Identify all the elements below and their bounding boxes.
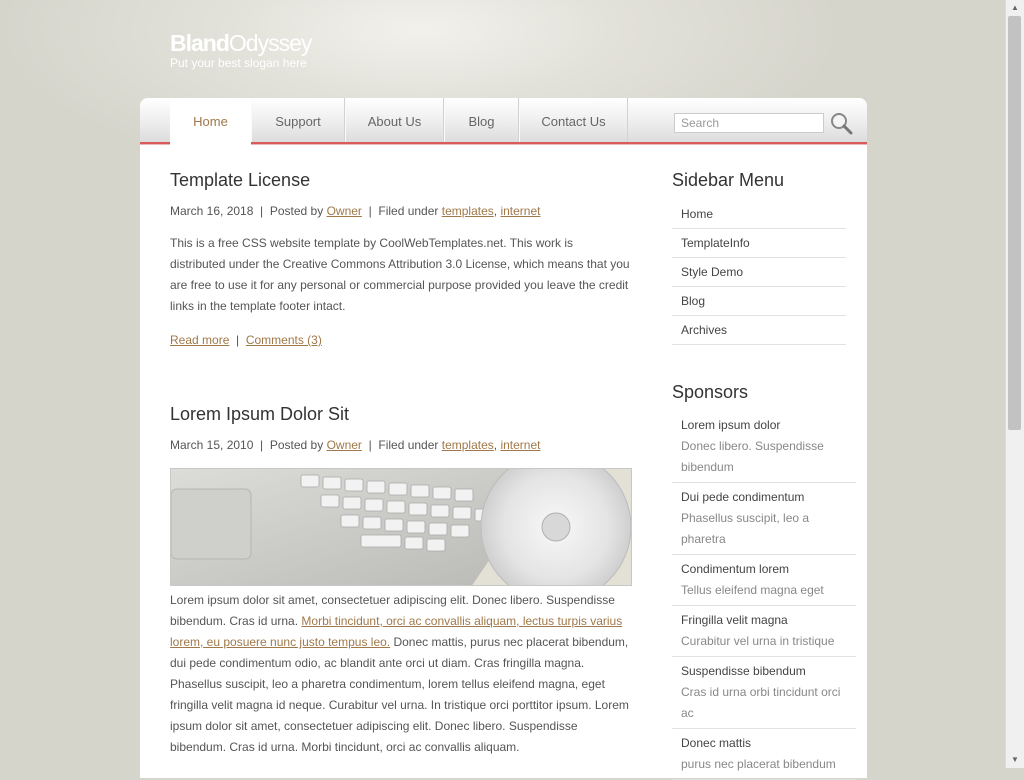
nav-contact-us[interactable]: Contact Us: [519, 98, 628, 142]
post-body: Lorem ipsum dolor sit amet, consectetuer…: [170, 593, 629, 754]
sponsor-desc: Curabitur vel urna in tristique: [681, 634, 835, 648]
sidebar-item-templateinfo[interactable]: TemplateInfo: [672, 229, 846, 258]
nav-blog[interactable]: Blog: [444, 98, 519, 142]
sponsor-desc: Donec libero. Suspendisse bibendum: [681, 439, 824, 474]
post-title[interactable]: Lorem Ipsum Dolor Sit: [170, 404, 349, 425]
post-body: This is a free CSS website template by C…: [170, 236, 630, 313]
sponsor-item[interactable]: Fringilla velit magna Curabitur vel urna…: [672, 606, 856, 657]
sponsor-title: Lorem ipsum dolor: [681, 418, 781, 432]
tag-link[interactable]: internet: [500, 438, 540, 452]
sponsor-title: Fringilla velit magna: [681, 613, 788, 627]
scroll-up-arrow-icon[interactable]: ▲: [1006, 0, 1024, 16]
sidebar-item-blog[interactable]: Blog: [672, 287, 846, 316]
nav-support[interactable]: Support: [251, 98, 345, 142]
main-nav: Home Support About Us Blog Contact Us Se…: [140, 98, 867, 146]
sponsor-title: Suspendisse bibendum: [681, 664, 806, 678]
site-logo[interactable]: BlandOdyssey Put your best slogan here: [170, 30, 312, 70]
logo-title: BlandOdyssey: [170, 30, 312, 56]
sponsor-desc: purus nec placerat bibendum: [681, 757, 836, 771]
sponsors-heading: Sponsors: [672, 382, 749, 402]
sponsor-item[interactable]: Suspendisse bibendum Cras id urna orbi t…: [672, 657, 856, 729]
sidebar-item-style-demo[interactable]: Style Demo: [672, 258, 846, 287]
post-meta: March 15, 2010 | Posted by Owner | Filed…: [170, 438, 541, 452]
sidebar-menu-heading: Sidebar Menu: [672, 170, 785, 190]
scroll-down-arrow-icon[interactable]: ▼: [1006, 752, 1024, 768]
laptop-image: [170, 468, 632, 586]
sponsors-list: Lorem ipsum dolor Donec libero. Suspendi…: [672, 411, 856, 780]
author-link[interactable]: Owner: [327, 438, 362, 452]
sidebar-item-home[interactable]: Home: [672, 200, 846, 229]
page-scrollbar[interactable]: ▲ ▼: [1005, 0, 1024, 768]
tag-link[interactable]: internet: [500, 204, 540, 218]
tag-link[interactable]: templates: [442, 204, 494, 218]
sponsor-title: Donec mattis: [681, 736, 752, 750]
sponsor-item[interactable]: Donec mattis purus nec placerat bibendum: [672, 729, 856, 780]
sidebar-menu: Home TemplateInfo Style Demo Blog Archiv…: [672, 200, 846, 345]
nav-about-us[interactable]: About Us: [345, 98, 444, 142]
sponsor-item[interactable]: Lorem ipsum dolor Donec libero. Suspendi…: [672, 411, 856, 483]
site-slogan: Put your best slogan here: [170, 56, 307, 70]
post-title[interactable]: Template License: [170, 170, 310, 191]
author-link[interactable]: Owner: [327, 204, 362, 218]
search-icon[interactable]: [829, 111, 853, 135]
sponsor-item[interactable]: Dui pede condimentum Phasellus suscipit,…: [672, 483, 856, 555]
sponsor-item[interactable]: Condimentum lorem Tellus eleifend magna …: [672, 555, 856, 606]
scrollbar-thumb[interactable]: [1008, 16, 1021, 430]
sponsor-desc: Phasellus suscipit, leo a pharetra: [681, 511, 810, 546]
sponsor-title: Condimentum lorem: [681, 562, 790, 576]
read-more-link[interactable]: Read more: [170, 333, 229, 347]
post-meta: March 16, 2018 | Posted by Owner | Filed…: [170, 204, 541, 218]
post-links: Read more | Comments (3): [170, 333, 322, 347]
comments-link[interactable]: Comments (3): [246, 333, 322, 347]
sponsor-title: Dui pede condimentum: [681, 490, 805, 504]
sponsor-desc: Cras id urna orbi tincidunt orci ac: [681, 685, 841, 720]
sponsor-desc: Tellus eleifend magna eget: [681, 583, 824, 597]
search-input[interactable]: Search: [674, 113, 824, 133]
sidebar-item-archives[interactable]: Archives: [672, 316, 846, 345]
tag-link[interactable]: templates: [442, 438, 494, 452]
nav-home[interactable]: Home: [170, 98, 251, 146]
